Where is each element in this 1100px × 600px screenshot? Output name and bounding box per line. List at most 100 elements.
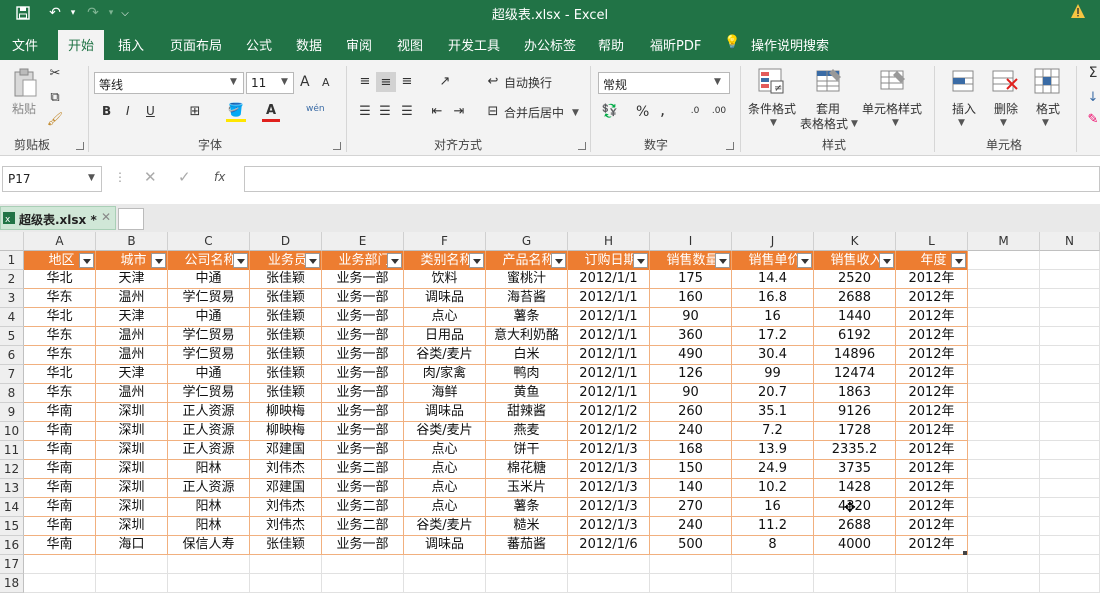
table-cell[interactable]: 华南 xyxy=(24,479,96,498)
grow-font-button[interactable]: A xyxy=(300,74,310,90)
empty-cell[interactable] xyxy=(1040,555,1100,574)
empty-cell[interactable] xyxy=(96,555,168,574)
table-cell[interactable]: 270 xyxy=(650,498,732,517)
filter-dropdown-icon[interactable] xyxy=(151,253,166,268)
border-icon[interactable]: ⊞ xyxy=(186,102,204,120)
table-cell[interactable]: 1728 xyxy=(814,422,896,441)
table-cell[interactable]: 2012/1/1 xyxy=(568,384,650,403)
wrap-text-icon[interactable]: ↩ xyxy=(484,72,502,90)
empty-cell[interactable] xyxy=(650,574,732,593)
table-cell[interactable]: 华北 xyxy=(24,308,96,327)
row-header[interactable]: 6 xyxy=(0,346,24,365)
table-cell[interactable]: 168 xyxy=(650,441,732,460)
table-cell[interactable]: 6192 xyxy=(814,327,896,346)
table-cell[interactable]: 2012/1/1 xyxy=(568,289,650,308)
table-cell[interactable]: 13.9 xyxy=(732,441,814,460)
empty-cell[interactable] xyxy=(650,555,732,574)
table-cell[interactable]: 意大利奶酪 xyxy=(486,327,568,346)
table-cell[interactable]: 业务一部 xyxy=(322,289,404,308)
fill-color-icon[interactable]: 🪣 xyxy=(226,102,246,122)
copy-icon[interactable]: ⧉ xyxy=(46,88,64,106)
paste-icon[interactable] xyxy=(10,66,40,100)
column-header[interactable]: A xyxy=(24,232,96,251)
table-cell[interactable]: 张佳颖 xyxy=(250,346,322,365)
empty-cell[interactable] xyxy=(1040,536,1100,555)
empty-cell[interactable] xyxy=(486,555,568,574)
table-cell[interactable]: 2012/1/3 xyxy=(568,460,650,479)
empty-cell[interactable] xyxy=(814,555,896,574)
empty-cell[interactable] xyxy=(968,308,1040,327)
empty-cell[interactable] xyxy=(404,574,486,593)
formula-input[interactable] xyxy=(244,166,1100,192)
table-cell[interactable]: 张佳颖 xyxy=(250,289,322,308)
column-header[interactable]: C xyxy=(168,232,250,251)
table-header-cell[interactable]: 业务员 xyxy=(250,251,322,270)
empty-cell[interactable] xyxy=(732,555,814,574)
table-header-cell[interactable]: 年度 xyxy=(896,251,968,270)
table-cell[interactable]: 刘伟杰 xyxy=(250,517,322,536)
table-cell[interactable]: 温州 xyxy=(96,289,168,308)
table-cell[interactable]: 业务一部 xyxy=(322,536,404,555)
table-cell[interactable]: 谷类/麦片 xyxy=(404,346,486,365)
empty-cell[interactable] xyxy=(814,574,896,593)
table-cell[interactable]: 黄鱼 xyxy=(486,384,568,403)
table-cell[interactable]: 华东 xyxy=(24,327,96,346)
table-cell[interactable]: 深圳 xyxy=(96,479,168,498)
table-cell[interactable]: 刘伟杰 xyxy=(250,460,322,479)
table-cell[interactable]: 蕃茄酱 xyxy=(486,536,568,555)
table-cell[interactable]: 14896 xyxy=(814,346,896,365)
row-header[interactable]: 7 xyxy=(0,365,24,384)
empty-cell[interactable] xyxy=(96,574,168,593)
empty-cell[interactable] xyxy=(1040,517,1100,536)
font-launcher-icon[interactable] xyxy=(333,142,341,150)
empty-cell[interactable] xyxy=(568,555,650,574)
empty-cell[interactable] xyxy=(968,479,1040,498)
empty-cell[interactable] xyxy=(250,555,322,574)
table-header-cell[interactable]: 销售收入 xyxy=(814,251,896,270)
table-cell[interactable]: 棉花糖 xyxy=(486,460,568,479)
table-cell[interactable]: 业务二部 xyxy=(322,460,404,479)
table-cell[interactable]: 2012年 xyxy=(896,327,968,346)
row-header[interactable]: 15 xyxy=(0,517,24,536)
table-cell[interactable]: 海鲜 xyxy=(404,384,486,403)
table-cell[interactable]: 126 xyxy=(650,365,732,384)
table-cell[interactable]: 点心 xyxy=(404,441,486,460)
table-cell[interactable]: 中通 xyxy=(168,365,250,384)
row-header[interactable]: 3 xyxy=(0,289,24,308)
filter-dropdown-icon[interactable] xyxy=(879,253,894,268)
increase-indent-icon[interactable]: ⇥ xyxy=(450,102,468,120)
table-cell[interactable]: 2012年 xyxy=(896,346,968,365)
table-cell[interactable]: 2012/1/2 xyxy=(568,422,650,441)
conditional-format-icon[interactable]: ≠ xyxy=(756,66,786,96)
table-cell[interactable]: 2688 xyxy=(814,517,896,536)
table-cell[interactable]: 业务一部 xyxy=(322,441,404,460)
empty-cell[interactable] xyxy=(1040,327,1100,346)
table-header-cell[interactable]: 订购日期 xyxy=(568,251,650,270)
table-cell[interactable]: 阳林 xyxy=(168,517,250,536)
conditional-format-button[interactable]: 条件格式 xyxy=(748,100,796,117)
table-cell[interactable]: 保信人寿 xyxy=(168,536,250,555)
table-cell[interactable]: 张佳颖 xyxy=(250,270,322,289)
empty-cell[interactable] xyxy=(968,555,1040,574)
column-header[interactable]: N xyxy=(1040,232,1100,251)
table-cell[interactable]: 邓建国 xyxy=(250,479,322,498)
table-cell[interactable]: 2012年 xyxy=(896,460,968,479)
table-cell[interactable]: 刘伟杰 xyxy=(250,498,322,517)
table-cell[interactable]: 17.2 xyxy=(732,327,814,346)
table-cell[interactable]: 饮料 xyxy=(404,270,486,289)
table-cell[interactable]: 2012/1/1 xyxy=(568,365,650,384)
table-cell[interactable]: 2012年 xyxy=(896,536,968,555)
empty-cell[interactable] xyxy=(968,270,1040,289)
format-as-table-label-2[interactable]: 表格格式 xyxy=(800,115,848,132)
table-cell[interactable]: 业务一部 xyxy=(322,346,404,365)
table-cell[interactable]: 2012/1/1 xyxy=(568,270,650,289)
empty-cell[interactable] xyxy=(1040,384,1100,403)
merge-center-button[interactable]: 合并后居中 xyxy=(504,104,564,121)
empty-cell[interactable] xyxy=(968,403,1040,422)
empty-cell[interactable] xyxy=(896,555,968,574)
table-cell[interactable]: 华东 xyxy=(24,289,96,308)
table-cell[interactable]: 阳林 xyxy=(168,460,250,479)
table-cell[interactable]: 2012年 xyxy=(896,422,968,441)
tab-page-layout[interactable]: 页面布局 xyxy=(170,35,222,54)
empty-cell[interactable] xyxy=(1040,403,1100,422)
